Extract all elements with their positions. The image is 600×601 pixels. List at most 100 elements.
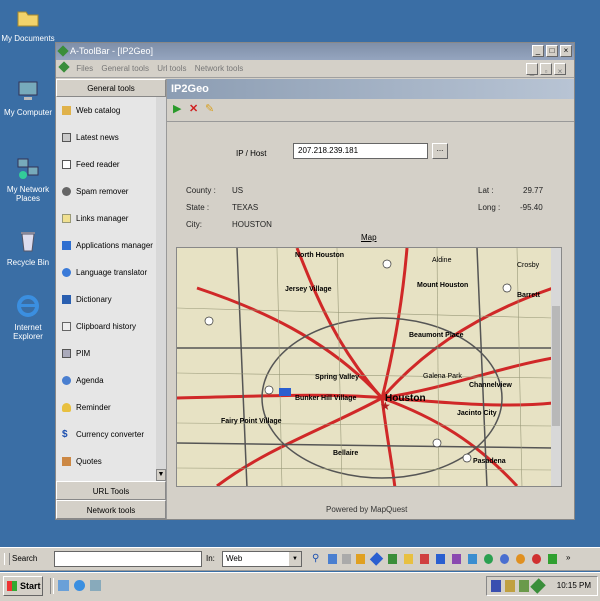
tray-shield-icon[interactable] bbox=[491, 580, 501, 592]
toolbar-icon-5[interactable] bbox=[388, 554, 397, 564]
toolbar-icon-10[interactable] bbox=[468, 554, 477, 564]
tray-app-icon[interactable] bbox=[530, 578, 546, 594]
ie-icon bbox=[17, 295, 39, 317]
globe-icon bbox=[62, 268, 71, 278]
search-scope-value: Web bbox=[226, 554, 243, 563]
in-label: In: bbox=[206, 554, 215, 563]
child-minimize-button[interactable]: _ bbox=[526, 63, 538, 76]
ie-quicklaunch-icon[interactable] bbox=[74, 580, 85, 591]
map-link[interactable]: Map bbox=[361, 233, 377, 242]
stop-icon[interactable]: ✕ bbox=[189, 103, 198, 115]
map-view[interactable]: ★ North Houston Aldine Jersey Village Mo… bbox=[176, 247, 562, 487]
ip-host-label: IP / Host bbox=[236, 149, 267, 158]
search-toolbar: Search In: Web ▼ ⚲ » bbox=[0, 547, 600, 571]
sidebar-item-pim[interactable]: PIM bbox=[56, 340, 156, 367]
map-label-mount-houston: Mount Houston bbox=[417, 282, 469, 289]
toolbar-icon-4[interactable] bbox=[369, 552, 384, 566]
map-label-barrett: Barrett bbox=[517, 292, 540, 299]
menu-url-tools[interactable]: Url tools bbox=[157, 61, 186, 77]
minimize-button[interactable]: _ bbox=[532, 45, 544, 57]
taskbar-divider bbox=[50, 578, 54, 594]
toolbar-icon-1[interactable] bbox=[328, 554, 337, 564]
tray-volume-icon[interactable] bbox=[505, 580, 515, 592]
search-scope-select[interactable]: Web ▼ bbox=[222, 551, 302, 567]
sidebar-item-latest-news[interactable]: Latest news bbox=[56, 124, 156, 151]
toolbar-icon-15[interactable] bbox=[548, 554, 557, 564]
toolbar-icon-11[interactable] bbox=[484, 554, 493, 564]
clipboard-icon bbox=[62, 322, 71, 332]
search-label: Search bbox=[12, 554, 38, 563]
toolbar-grip-icon[interactable] bbox=[4, 553, 10, 565]
sidebar-item-applications-manager[interactable]: Applications manager bbox=[56, 232, 156, 259]
powered-by-label: Powered by MapQuest bbox=[326, 505, 408, 514]
toolbar-icon-9[interactable] bbox=[452, 554, 461, 564]
map-label-bunker-hill-village: Bunker Hill Village bbox=[295, 395, 357, 402]
sidebar-item-agenda[interactable]: Agenda bbox=[56, 367, 156, 394]
menu-bar: Files General tools Url tools Network to… bbox=[56, 61, 574, 78]
url-tools-button[interactable]: URL Tools bbox=[56, 481, 166, 500]
general-tools-header[interactable]: General tools bbox=[56, 79, 166, 97]
taskbar-clock[interactable]: 10:15 PM bbox=[557, 577, 591, 595]
quicklaunch-icon[interactable] bbox=[90, 580, 101, 591]
maximize-button[interactable]: □ bbox=[546, 45, 558, 57]
sidebar-item-reminder[interactable]: Reminder bbox=[56, 394, 156, 421]
search-input[interactable] bbox=[54, 551, 202, 567]
menu-files[interactable]: Files bbox=[76, 61, 93, 77]
desktop-icon-internet-explorer[interactable]: Internet Explorer bbox=[0, 293, 56, 341]
toolbar-icon-3[interactable] bbox=[356, 554, 365, 564]
sidebar-item-quotes[interactable]: Quotes bbox=[56, 448, 156, 475]
sidebar-item-web-catalog[interactable]: Web catalog bbox=[56, 97, 156, 124]
sidebar-item-spam-remover[interactable]: Spam remover bbox=[56, 178, 156, 205]
toolbar-icon-8[interactable] bbox=[436, 554, 445, 564]
clear-icon[interactable]: ✎ bbox=[205, 103, 214, 115]
start-label: Start bbox=[20, 581, 41, 591]
tray-network-icon[interactable] bbox=[519, 580, 529, 592]
toolbar-icon-14[interactable] bbox=[532, 554, 541, 564]
map-label-jersey-village: Jersey Village bbox=[285, 286, 332, 293]
window-titlebar[interactable]: A-ToolBar - [IP2Geo] _ □ × bbox=[56, 43, 574, 60]
search-go-icon[interactable]: ⚲ bbox=[312, 553, 319, 565]
toolbar-icon-13[interactable] bbox=[516, 554, 525, 564]
menu-general-tools[interactable]: General tools bbox=[101, 61, 149, 77]
toolbar-icon-2[interactable] bbox=[342, 554, 351, 564]
sidebar-item-feed-reader[interactable]: Feed reader bbox=[56, 151, 156, 178]
tools-list-scrollbar[interactable]: ▼ bbox=[156, 97, 166, 481]
recycle-bin-icon bbox=[21, 232, 35, 252]
state-value: TEXAS bbox=[232, 203, 259, 212]
tools-sidebar: General tools Web catalog Latest news Fe… bbox=[56, 79, 167, 519]
desktop-icon-recycle-bin[interactable]: Recycle Bin bbox=[0, 228, 56, 267]
child-restore-button[interactable]: ▫ bbox=[540, 63, 552, 76]
start-button[interactable]: Start bbox=[3, 576, 43, 596]
country-value: US bbox=[232, 186, 244, 195]
sidebar-item-language-translator[interactable]: Language translator bbox=[56, 259, 156, 286]
close-button[interactable]: × bbox=[560, 45, 572, 57]
toolbar-icon-7[interactable] bbox=[420, 554, 429, 564]
scroll-down-arrow-icon[interactable]: ▼ bbox=[156, 469, 166, 481]
child-close-button[interactable]: × bbox=[554, 63, 566, 76]
show-desktop-icon[interactable] bbox=[58, 580, 69, 591]
chevron-right-icon[interactable]: » bbox=[566, 552, 570, 564]
desktop-icon-my-computer[interactable]: My Computer bbox=[0, 78, 56, 117]
toolbar-icon-6[interactable] bbox=[404, 554, 413, 564]
sidebar-item-currency-converter[interactable]: $ Currency converter bbox=[56, 421, 156, 448]
sidebar-item-dictionary[interactable]: Dictionary bbox=[56, 286, 156, 313]
sidebar-item-links-manager[interactable]: Links manager bbox=[56, 205, 156, 232]
folder-icon bbox=[17, 11, 39, 27]
city-value: HOUSTON bbox=[232, 220, 272, 229]
map-scrollbar[interactable] bbox=[551, 248, 561, 486]
map-label-bellaire: Bellaire bbox=[333, 450, 359, 457]
toolbar-icon-12[interactable] bbox=[500, 554, 509, 564]
desktop-icon-my-documents[interactable]: My Documents bbox=[0, 4, 56, 43]
desktop-icon-my-network-places[interactable]: My Network Places bbox=[0, 155, 56, 203]
apps-icon bbox=[62, 241, 71, 251]
sidebar-item-clipboard-history[interactable]: Clipboard history bbox=[56, 313, 156, 340]
feed-icon bbox=[62, 160, 71, 170]
browse-button[interactable]: ... bbox=[432, 143, 448, 159]
network-icon bbox=[17, 158, 39, 179]
run-icon[interactable]: ▶ bbox=[173, 103, 181, 115]
menu-network-tools[interactable]: Network tools bbox=[195, 61, 243, 77]
ip-host-input[interactable] bbox=[293, 143, 428, 159]
network-tools-button[interactable]: Network tools bbox=[56, 500, 166, 519]
chevron-down-icon[interactable]: ▼ bbox=[289, 552, 301, 566]
map-scroll-thumb[interactable] bbox=[552, 306, 560, 426]
